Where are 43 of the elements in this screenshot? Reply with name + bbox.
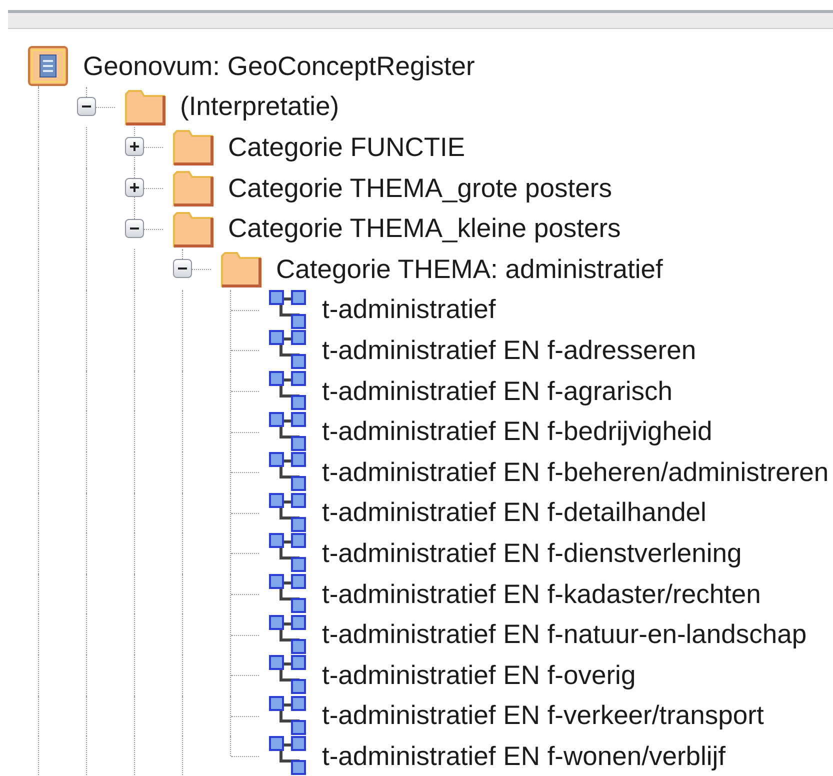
diagram-icon xyxy=(268,288,308,331)
tree-item-label[interactable]: Categorie THEMA_kleine posters xyxy=(228,213,621,244)
tree-item-label[interactable]: t-administratief EN f-natuur-en-landschap xyxy=(322,619,807,650)
folder-icon xyxy=(172,128,214,166)
tree-item-label[interactable]: t-administratief EN f-dienstverlening xyxy=(322,538,742,569)
plus-icon xyxy=(129,141,140,152)
tree-item-label[interactable]: (Interpretatie) xyxy=(180,91,340,122)
diagram-icon xyxy=(268,573,308,616)
diagram-icon xyxy=(268,654,308,696)
diagram-icon xyxy=(268,329,308,372)
tree-item-label[interactable]: Categorie THEMA: administratief xyxy=(276,254,663,285)
diagram-icon xyxy=(268,370,308,412)
tree-item-label[interactable]: t-administratief EN f-beheren/administreren xyxy=(322,456,829,488)
tree-item-label[interactable]: t-administratief EN f-agrarisch xyxy=(322,376,672,407)
register-icon xyxy=(28,46,68,86)
tree-item-label[interactable]: Categorie FUNCTIE xyxy=(228,132,466,163)
tree-toggle[interactable] xyxy=(77,96,96,116)
diagram-icon xyxy=(268,614,308,656)
plus-icon xyxy=(129,182,140,194)
folder-icon xyxy=(172,210,214,248)
diagram-icon xyxy=(268,735,308,776)
tree-item-label[interactable]: t-administratief EN f-verkeer/transport xyxy=(322,700,764,732)
diagram-icon xyxy=(268,492,308,534)
tree-item-label[interactable]: t-administratief xyxy=(322,294,496,326)
folder-icon xyxy=(124,88,166,126)
tree-item-label[interactable]: t-administratief EN f-adresseren xyxy=(322,334,696,366)
tree-toggle[interactable] xyxy=(125,137,144,156)
diagram-icon xyxy=(268,451,308,494)
diagram-icon xyxy=(268,410,308,453)
tree-toggle[interactable] xyxy=(125,178,144,198)
tree-item-label[interactable]: Categorie THEMA_grote posters xyxy=(228,172,612,204)
tree-item-label[interactable]: t-administratief EN f-overig xyxy=(322,660,636,691)
folder-icon xyxy=(172,169,214,208)
diagram-icon xyxy=(268,532,308,574)
tree-item-label[interactable]: t-administratief EN f-bedrijvigheid xyxy=(322,416,712,448)
diagram-icon xyxy=(268,694,308,737)
folder-icon xyxy=(220,250,262,288)
tree-item-label[interactable]: t-administratief EN f-kadaster/rechten xyxy=(322,578,761,610)
tree-item-label[interactable]: t-administratief EN f-wonen/verblijf xyxy=(322,740,726,772)
tree-toggle[interactable] xyxy=(125,218,144,238)
tree-toggle[interactable] xyxy=(173,259,192,278)
tree-item-label[interactable]: Geonovum: GeoConceptRegister xyxy=(83,50,475,82)
tree-item-label[interactable]: t-administratief EN f-detailhandel xyxy=(322,497,706,528)
